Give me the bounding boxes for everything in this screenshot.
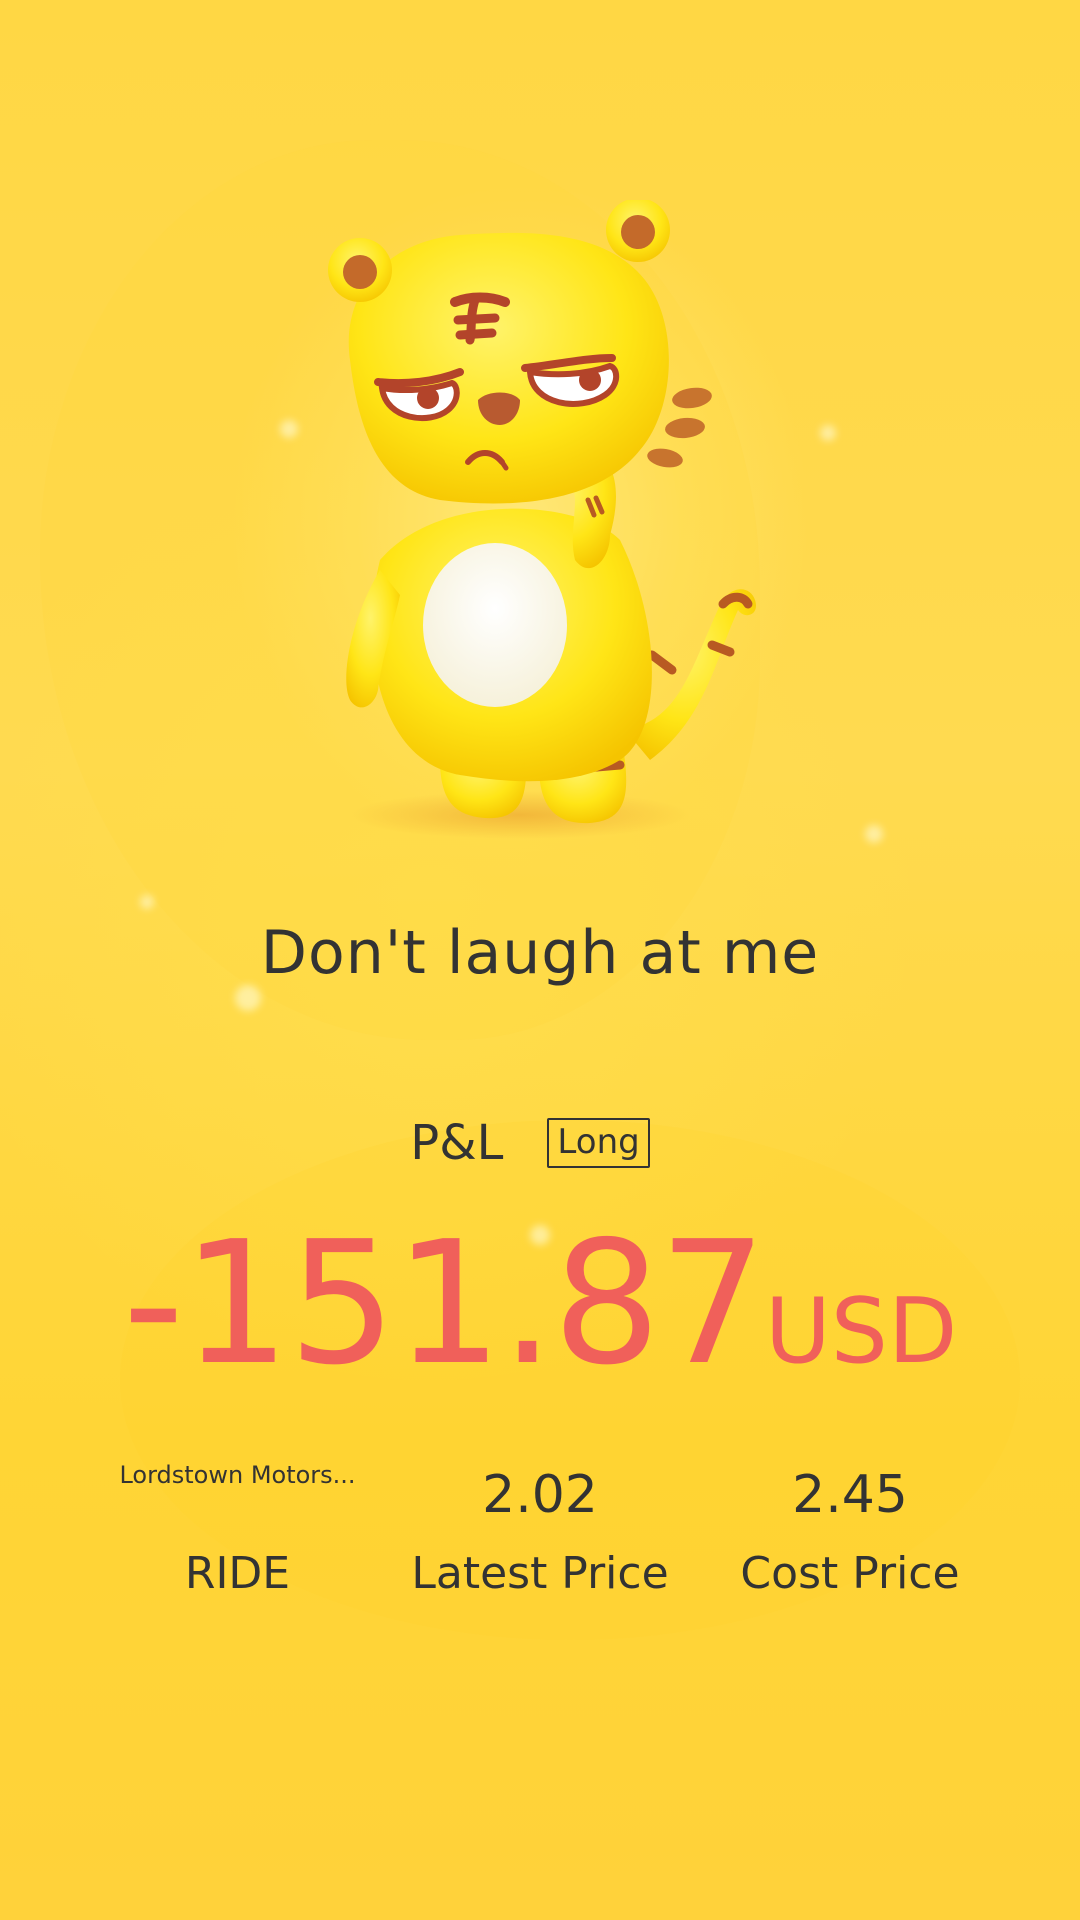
pnl-header: P&L Long	[0, 1115, 1080, 1171]
position-stats: Lordstown Motors... RIDE 2.02 Latest Pri…	[0, 1450, 1080, 1610]
stock-info: Lordstown Motors... RIDE	[115, 1450, 360, 1599]
position-badge: Long	[547, 1118, 650, 1168]
cost-price: 2.45 Cost Price	[730, 1450, 970, 1599]
sparkle	[235, 985, 261, 1011]
latest-price-label: Latest Price	[411, 1548, 669, 1599]
stock-name: Lordstown Motors...	[119, 1461, 356, 1489]
cost-price-label: Cost Price	[740, 1548, 960, 1599]
pnl-label: P&L	[410, 1115, 504, 1171]
latest-price-value: 2.02	[482, 1465, 598, 1525]
tiger-mascot-icon	[328, 200, 757, 839]
sparkle	[280, 420, 298, 438]
pnl-currency: USD	[764, 1279, 958, 1384]
pnl-value: -151.87	[122, 1205, 767, 1403]
latest-price: 2.02 Latest Price	[410, 1450, 670, 1599]
status-message: Don't laugh at me	[260, 918, 820, 988]
sparkle	[865, 825, 883, 843]
cost-price-value: 2.45	[792, 1465, 908, 1525]
pnl-amount: -151.87USD	[0, 1205, 1080, 1403]
sparkle	[140, 895, 154, 909]
stock-symbol: RIDE	[184, 1548, 291, 1599]
sparkle	[820, 425, 836, 441]
